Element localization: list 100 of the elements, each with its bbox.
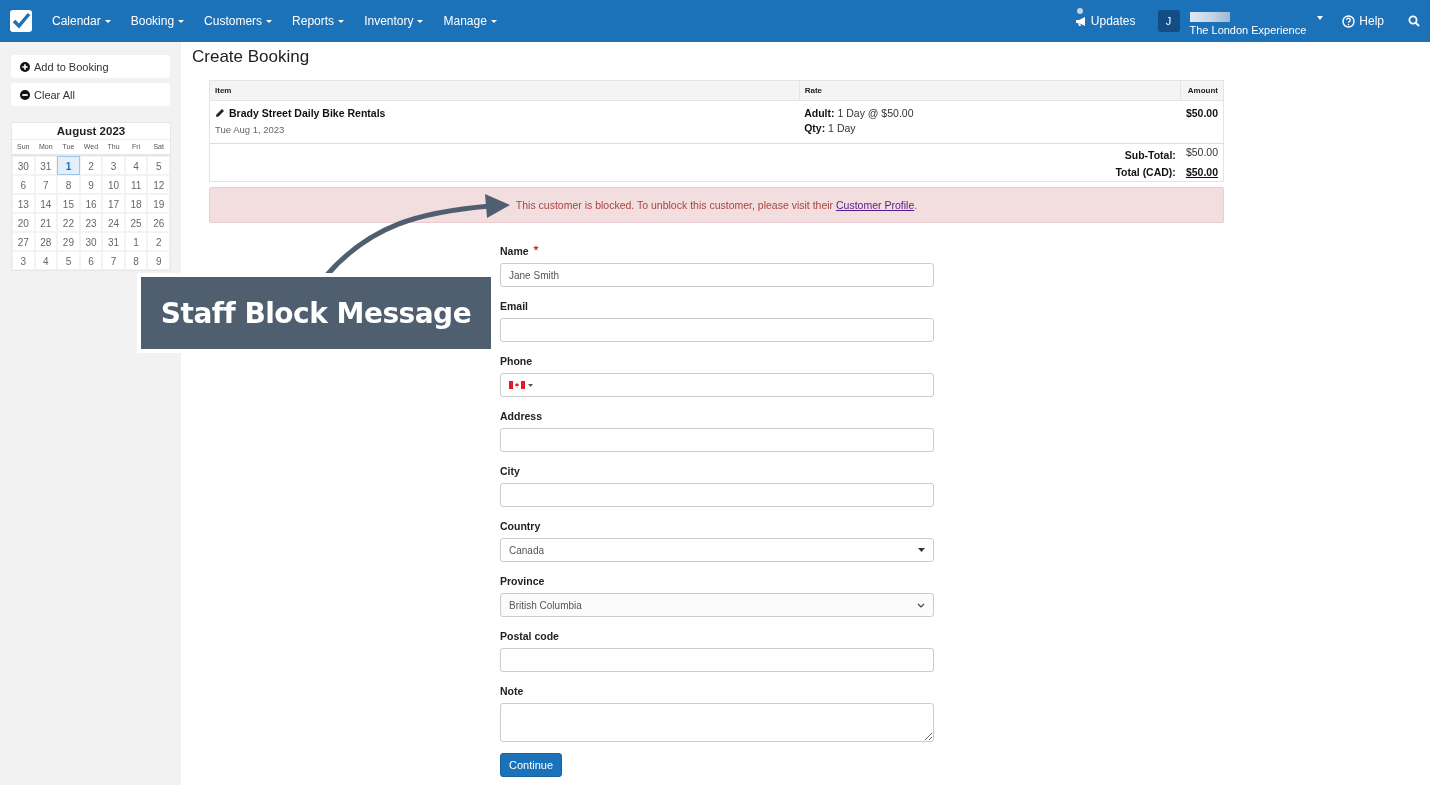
calendar-day[interactable]: 8: [57, 175, 80, 194]
field-label: Note: [500, 684, 524, 699]
rate-line: Adult: 1 Day @ $50.00: [804, 107, 915, 119]
calendar-day[interactable]: 9: [79, 175, 103, 194]
calendar-day[interactable]: 31: [102, 232, 125, 251]
blocked-message: This customer is blocked. To unblock this customer, please visit their Customer Profile.: [515, 199, 918, 211]
caret-icon: [918, 548, 925, 552]
calendar-day[interactable]: 3: [12, 251, 35, 270]
calendar-day[interactable]: 19: [147, 194, 170, 213]
input-field[interactable]: [500, 318, 934, 342]
phone-field[interactable]: [500, 373, 934, 397]
nav-menu[interactable]: Inventory: [364, 14, 424, 28]
column-header: Rate: [799, 80, 1181, 101]
calendar-month: August 2023: [12, 123, 170, 140]
calendar-day[interactable]: 30: [12, 156, 35, 175]
pencil-icon[interactable]: [215, 108, 225, 118]
field-label: Phone: [500, 354, 533, 369]
calendar-day[interactable]: 13: [12, 194, 35, 213]
calendar-day[interactable]: 2: [79, 156, 103, 175]
calendar-day[interactable]: 25: [124, 213, 148, 232]
page-title: Create Booking: [192, 47, 311, 67]
input-field[interactable]: [500, 428, 934, 452]
input-field[interactable]: Jane Smith: [500, 263, 934, 287]
calendar-day[interactable]: 5: [57, 251, 80, 270]
calendar-day[interactable]: 11: [124, 175, 148, 194]
calendar-day[interactable]: 24: [102, 213, 125, 232]
calendar-day[interactable]: 17: [102, 194, 125, 213]
calendar-day[interactable]: 28: [34, 232, 58, 251]
calendar-day[interactable]: 14: [34, 194, 58, 213]
calendar-day[interactable]: 12: [147, 175, 170, 194]
calendar-day[interactable]: 1: [57, 156, 80, 175]
field-label: Country: [500, 519, 541, 534]
total-value: $50.00: [1185, 166, 1218, 178]
country-select[interactable]: Canada: [500, 538, 934, 562]
calendar-day[interactable]: 1: [124, 232, 148, 251]
search-icon[interactable]: [1408, 15, 1420, 27]
total-label: Total (CAD):: [1115, 166, 1176, 178]
field-label: Name: [500, 244, 529, 259]
calendar-day[interactable]: 30: [79, 232, 103, 251]
calendar-day[interactable]: 23: [79, 213, 103, 232]
account-name[interactable]: The London Experience: [1189, 24, 1307, 36]
calendar-day[interactable]: 6: [12, 175, 35, 194]
field-label: Province: [500, 574, 545, 589]
field-label: Postal code: [500, 629, 559, 644]
clear-all-button[interactable]: Clear All: [11, 83, 170, 106]
calendar-day[interactable]: 29: [57, 232, 80, 251]
input-field[interactable]: [500, 483, 934, 507]
nav-menu[interactable]: Customers: [204, 14, 273, 28]
app-logo[interactable]: [10, 10, 32, 32]
calendar-day[interactable]: 16: [79, 194, 103, 213]
note-field[interactable]: [500, 703, 934, 742]
megaphone-icon: [1074, 15, 1087, 27]
rate-line: Qty: 1 Day: [804, 122, 857, 134]
calendar-day[interactable]: 20: [12, 213, 35, 232]
calendar-day[interactable]: 15: [57, 194, 80, 213]
nav-menu[interactable]: Manage: [443, 14, 497, 28]
notification-dot: [1076, 8, 1083, 14]
column-header: Item: [209, 80, 800, 101]
nav-menu[interactable]: Reports: [292, 14, 345, 28]
calendar-day[interactable]: 2: [147, 232, 170, 251]
calendar-day[interactable]: 3: [102, 156, 125, 175]
calendar-day[interactable]: 27: [12, 232, 35, 251]
calendar-day[interactable]: 26: [147, 213, 170, 232]
continue-button[interactable]: Continue: [500, 753, 563, 777]
user-avatar[interactable]: J: [1157, 10, 1180, 32]
calendar-day[interactable]: 8: [124, 251, 148, 270]
calendar-day[interactable]: 7: [34, 175, 58, 194]
help-link[interactable]: Help: [1342, 14, 1384, 28]
caret-icon[interactable]: [1316, 16, 1325, 20]
flag-icon[interactable]: [509, 381, 525, 389]
calendar-day[interactable]: 22: [57, 213, 80, 232]
plus-circle-icon: [20, 61, 30, 72]
calendar-day[interactable]: 4: [124, 156, 148, 175]
field-label: City: [500, 464, 520, 479]
minus-circle-icon: [20, 89, 30, 100]
chevron-down-icon: [917, 602, 925, 608]
blurred-text: [1189, 12, 1230, 22]
calendar-day[interactable]: 10: [102, 175, 125, 194]
calendar-day[interactable]: 7: [102, 251, 125, 270]
total-label: Sub-Total:: [1124, 149, 1176, 161]
amount-cell: $50.00: [1180, 100, 1224, 144]
add-to-booking-button[interactable]: Add to Booking: [11, 55, 170, 78]
calendar-day[interactable]: 5: [147, 156, 170, 175]
updates-link[interactable]: Updates: [1074, 14, 1136, 28]
nav-menu[interactable]: Booking: [130, 14, 185, 28]
calendar-day[interactable]: 9: [147, 251, 170, 270]
help-icon: [1342, 14, 1356, 28]
province-select[interactable]: British Columbia: [500, 593, 934, 617]
caret-icon[interactable]: [528, 383, 533, 387]
input-field[interactable]: [500, 648, 934, 672]
total-value: $50.00: [1185, 146, 1218, 158]
nav-menu[interactable]: Calendar: [52, 14, 111, 28]
calendar-day[interactable]: 4: [34, 251, 58, 270]
item-name: Brady Street Daily Bike Rentals: [229, 107, 386, 119]
calendar-day[interactable]: 6: [79, 251, 103, 270]
field-label: Email: [500, 299, 528, 314]
calendar-day[interactable]: 31: [34, 156, 58, 175]
calendar-day[interactable]: 21: [34, 213, 58, 232]
calendar-day[interactable]: 18: [124, 194, 148, 213]
field-label: Address: [500, 409, 542, 424]
